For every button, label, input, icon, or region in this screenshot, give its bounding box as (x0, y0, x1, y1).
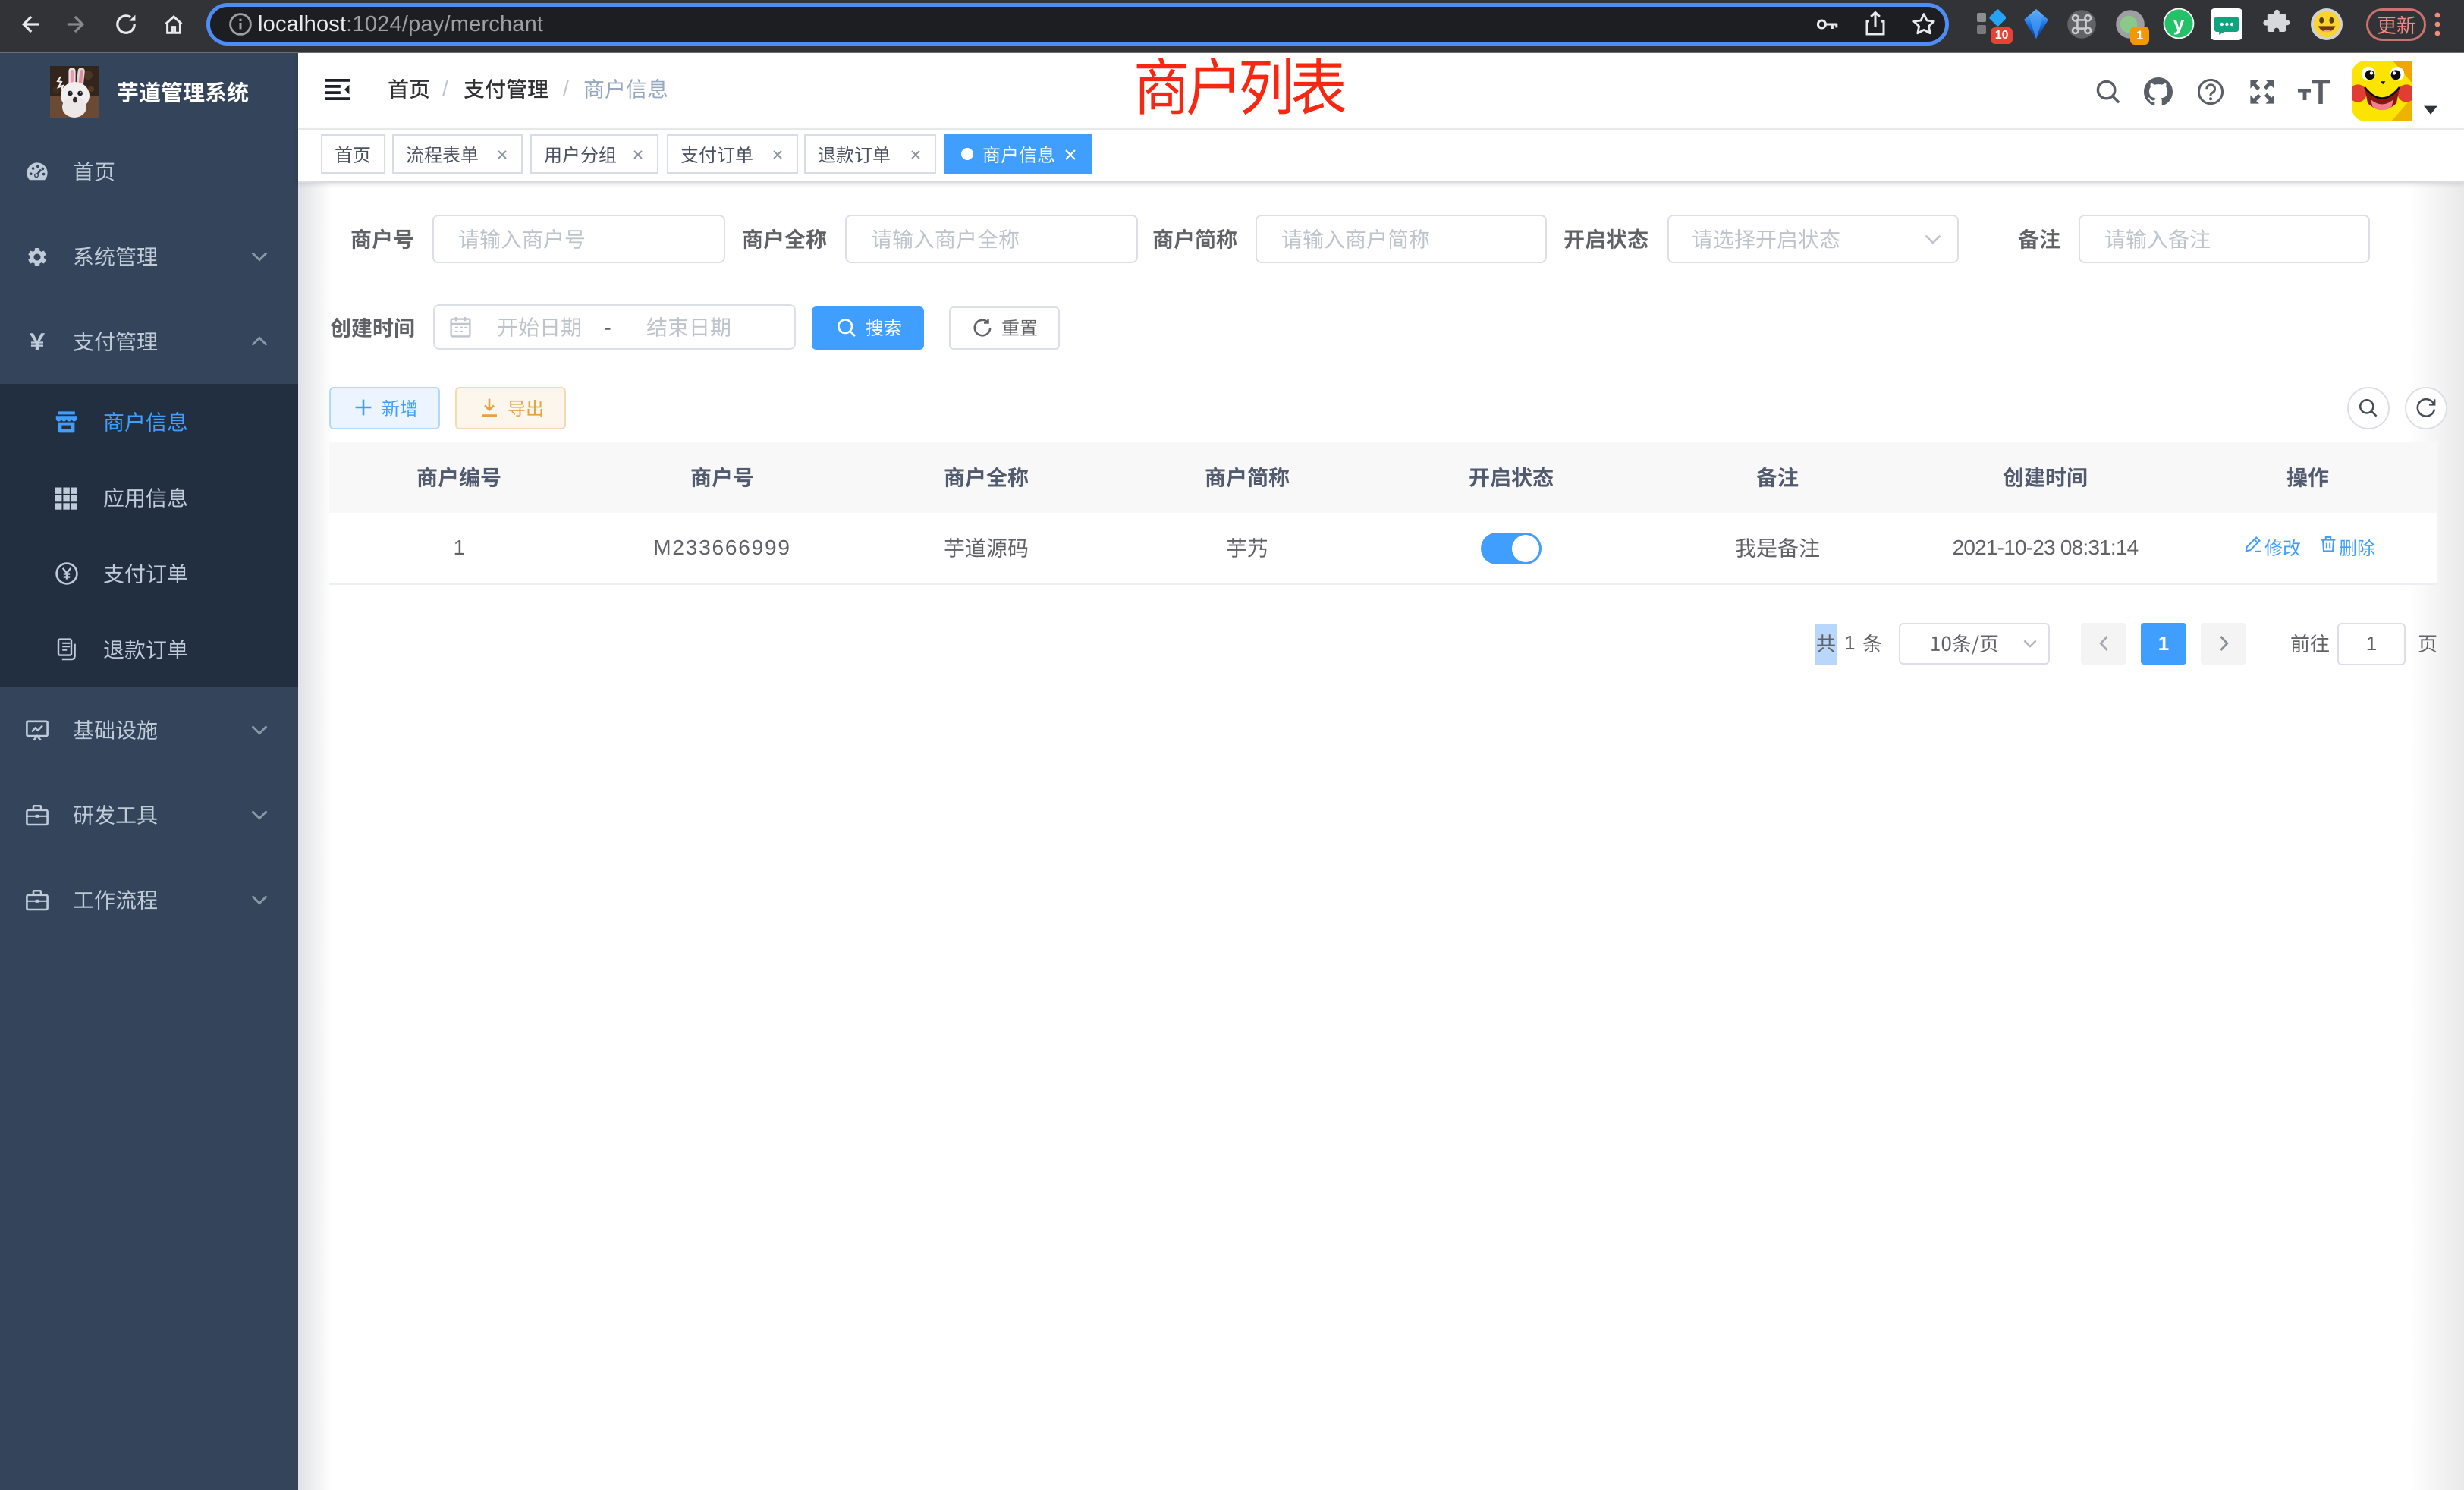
svg-text:y: y (2173, 12, 2184, 35)
